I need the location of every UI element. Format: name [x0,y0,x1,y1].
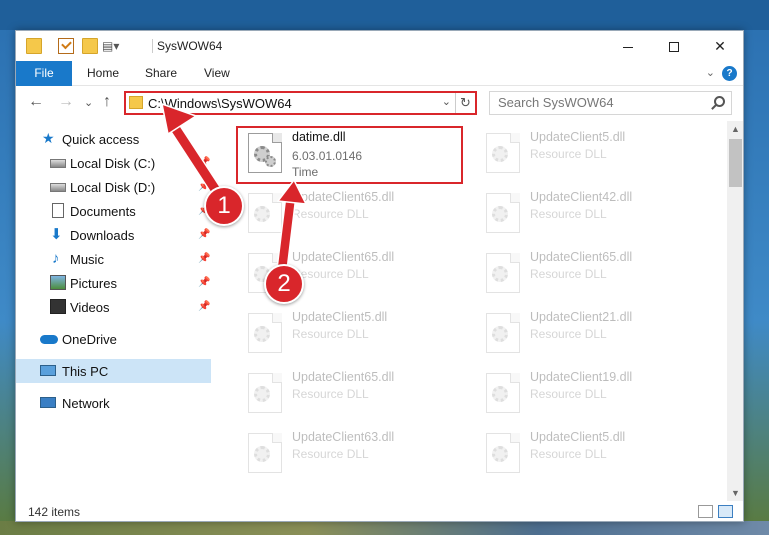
arrow-2-shaft [276,194,297,271]
annotation-arrows [161,102,308,271]
arrow-2-head [276,178,308,205]
step-1-badge: 1 [204,186,244,226]
step-2-badge: 2 [264,264,304,304]
